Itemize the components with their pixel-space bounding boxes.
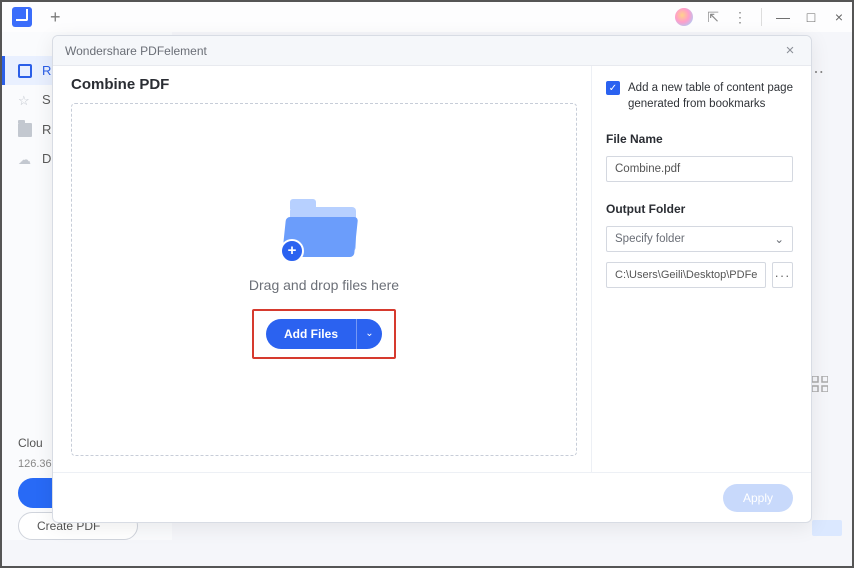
add-files-label: Add Files [266,319,356,349]
output-folder-label: Output Folder [606,202,793,216]
dialog-left-pane: Combine PDF + Drag and drop files here A… [53,66,591,472]
grid-view-icon[interactable] [812,376,828,392]
app-titlebar: + ⇱ ⋮ — □ × [2,2,852,32]
maximize-button[interactable]: □ [804,9,818,25]
folder-illustration-icon: + [284,201,364,261]
file-dropzone[interactable]: + Drag and drop files here Add Files ⌄ [71,103,577,456]
dialog-right-pane: ✓ Add a new table of content page genera… [591,66,811,472]
sidebar-item-label: R [42,63,51,78]
file-name-input[interactable] [606,156,793,182]
close-window-button[interactable]: × [832,9,846,25]
highlight-box: Add Files ⌄ [252,309,396,359]
dialog-header: Wondershare PDFelement × [53,36,811,66]
kebab-menu-icon[interactable]: ⋮ [733,9,747,26]
checkbox-label: Add a new table of content page generate… [628,80,793,112]
apply-button[interactable]: Apply [723,484,793,512]
sidebar-item-label: R [42,122,51,137]
output-folder-select[interactable]: Specify folder ⌄ [606,226,793,252]
sidebar-item-label: D [42,151,51,166]
dialog-heading: Combine PDF [71,76,577,93]
dialog-title: Wondershare PDFelement [65,44,207,58]
star-icon: ☆ [18,93,32,107]
add-files-dropdown-caret[interactable]: ⌄ [356,319,382,349]
checkbox-checked-icon[interactable]: ✓ [606,81,620,95]
select-value: Specify folder [615,233,685,245]
toc-checkbox-row[interactable]: ✓ Add a new table of content page genera… [606,80,793,112]
new-tab-button[interactable]: + [50,7,61,28]
decorative-stripe [812,520,842,536]
combine-pdf-dialog: Wondershare PDFelement × Combine PDF + D… [52,35,812,523]
profile-avatar-icon[interactable] [675,8,693,26]
cloud-storage-label: Clou 126.36 [18,436,52,470]
dialog-footer: Apply [53,472,811,522]
folder-icon [18,123,32,137]
browse-folder-button[interactable]: ··· [772,262,793,288]
share-icon[interactable]: ⇱ [707,9,719,26]
cloud-storage-size: 126.36 [18,458,52,470]
cloud-icon: ☁ [18,152,32,166]
dialog-close-button[interactable]: × [781,42,799,60]
plus-badge-icon: + [280,239,304,263]
document-icon [18,64,32,78]
chevron-down-icon: ⌄ [774,232,784,246]
minimize-button[interactable]: — [776,9,790,25]
app-logo-icon [12,7,32,27]
divider [761,8,762,26]
sidebar-item-label: S [42,92,51,107]
file-name-label: File Name [606,132,793,146]
add-files-button[interactable]: Add Files ⌄ [266,319,382,349]
output-path-input[interactable] [606,262,766,288]
dropzone-text: Drag and drop files here [249,277,399,293]
